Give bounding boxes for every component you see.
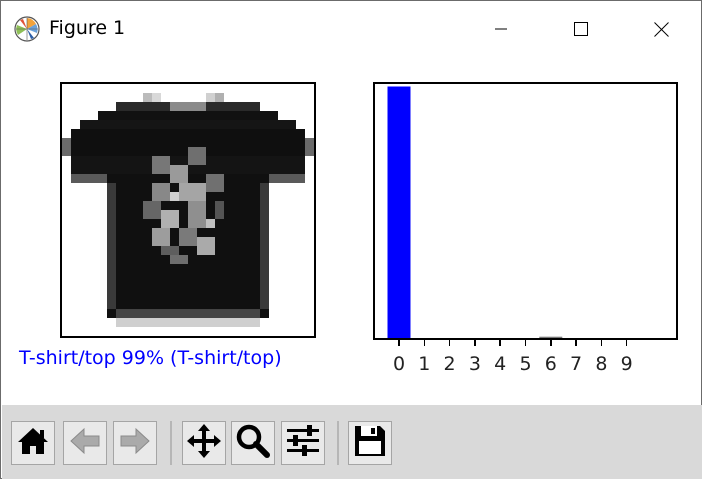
x-tick-mark xyxy=(398,340,400,346)
zoom-button[interactable] xyxy=(231,421,275,465)
floppy-disk-icon xyxy=(353,424,387,462)
toolbar-separator xyxy=(337,421,339,465)
x-tick-label-7: 7 xyxy=(570,353,583,375)
minimize-button[interactable] xyxy=(461,1,541,57)
x-tick-mark xyxy=(550,340,552,346)
save-button[interactable] xyxy=(348,421,392,465)
arrow-right-icon xyxy=(118,426,152,460)
x-tick-mark xyxy=(474,340,476,346)
home-button[interactable] xyxy=(11,421,55,465)
x-tick-label-3: 3 xyxy=(468,353,481,375)
maximize-button[interactable] xyxy=(541,1,621,57)
configure-subplots-button[interactable] xyxy=(281,421,325,465)
x-tick-label-4: 4 xyxy=(494,353,507,375)
matplotlib-icon xyxy=(14,16,40,42)
window-title: Figure 1 xyxy=(49,17,126,39)
tshirt-image xyxy=(62,84,314,336)
x-tick-mark xyxy=(423,340,426,346)
magnifier-icon xyxy=(235,423,271,463)
image-axes xyxy=(60,82,316,338)
home-icon xyxy=(16,426,50,460)
bar-0 xyxy=(387,86,411,338)
maximize-icon xyxy=(574,22,588,36)
x-tick-label-5: 5 xyxy=(519,353,532,375)
back-button[interactable] xyxy=(63,421,107,465)
x-tick-label-2: 2 xyxy=(443,353,456,375)
x-tick-mark xyxy=(448,340,451,346)
x-tick-label-6: 6 xyxy=(544,353,557,375)
x-tick-mark xyxy=(600,340,603,346)
x-tick-label-9: 9 xyxy=(620,353,633,375)
minimize-icon xyxy=(494,22,508,36)
x-tick-label-1: 1 xyxy=(418,353,431,375)
bar-6 xyxy=(539,336,563,338)
close-icon xyxy=(653,21,669,37)
bar-plot-area xyxy=(387,86,563,338)
close-button[interactable] xyxy=(621,1,701,57)
x-tick-label-8: 8 xyxy=(595,353,608,375)
x-tick-label-0: 0 xyxy=(392,353,406,375)
x-tick-mark xyxy=(625,340,628,346)
title-bar[interactable]: Figure 1 xyxy=(1,1,701,57)
figure-window: Figure 1 T-shirt/top 99% (T-shirt/top) 0… xyxy=(0,0,702,479)
toolbar-separator xyxy=(170,421,172,465)
x-tick-mark xyxy=(524,340,527,346)
forward-button[interactable] xyxy=(113,421,157,465)
navigation-toolbar xyxy=(2,405,702,479)
probability-bar-axes xyxy=(373,82,678,340)
pan-button[interactable] xyxy=(182,421,226,465)
x-tick-mark xyxy=(499,340,501,346)
x-tick-mark xyxy=(575,340,577,346)
move-icon xyxy=(186,423,222,463)
arrow-left-icon xyxy=(68,426,102,460)
sliders-icon xyxy=(285,424,321,462)
prediction-label: T-shirt/top 99% (T-shirt/top) xyxy=(19,347,282,369)
